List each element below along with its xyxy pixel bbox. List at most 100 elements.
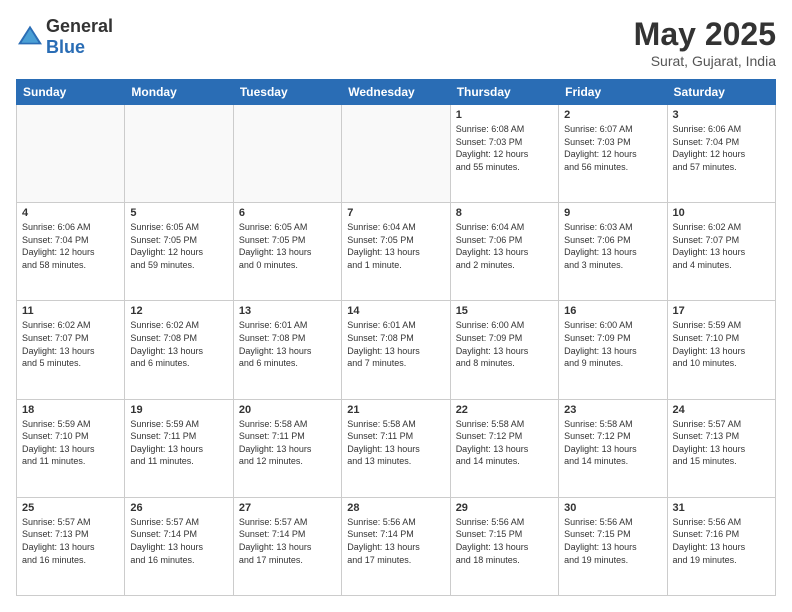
calendar-cell: 27 Sunrise: 5:57 AM Sunset: 7:14 PM Dayli… [233, 497, 341, 595]
day-number: 2 [564, 109, 661, 121]
day-number: 28 [347, 502, 444, 514]
calendar-cell: 13 Sunrise: 6:01 AM Sunset: 7:08 PM Dayli… [233, 301, 341, 399]
header-sunday: Sunday [17, 80, 125, 105]
calendar-cell: 7 Sunrise: 6:04 AM Sunset: 7:05 PM Daylig… [342, 203, 450, 301]
calendar-week-0: 1Sunrise: 6:08 AM Sunset: 7:03 PM Daylig… [17, 105, 776, 203]
cell-info: Sunrise: 5:59 AM Sunset: 7:10 PM Dayligh… [673, 319, 770, 369]
cell-info: Sunrise: 5:57 AM Sunset: 7:14 PM Dayligh… [130, 516, 227, 566]
day-number: 15 [456, 305, 553, 317]
day-number: 9 [564, 207, 661, 219]
calendar-cell: 20 Sunrise: 5:58 AM Sunset: 7:11 PM Dayli… [233, 399, 341, 497]
cell-info: Sunrise: 6:04 AM Sunset: 7:05 PM Dayligh… [347, 221, 444, 271]
logo-general: General [46, 16, 113, 36]
calendar-cell: 1Sunrise: 6:08 AM Sunset: 7:03 PM Daylig… [450, 105, 558, 203]
cell-info: Sunrise: 5:57 AM Sunset: 7:14 PM Dayligh… [239, 516, 336, 566]
calendar-cell: 19Sunrise: 5:59 AM Sunset: 7:11 PM Dayli… [125, 399, 233, 497]
cell-info: Sunrise: 6:08 AM Sunset: 7:03 PM Dayligh… [456, 123, 553, 173]
cell-info: Sunrise: 6:05 AM Sunset: 7:05 PM Dayligh… [239, 221, 336, 271]
header-tuesday: Tuesday [233, 80, 341, 105]
day-number: 17 [673, 305, 770, 317]
calendar-cell: 6 Sunrise: 6:05 AM Sunset: 7:05 PM Daylig… [233, 203, 341, 301]
day-number: 27 [239, 502, 336, 514]
day-number: 24 [673, 404, 770, 416]
day-number: 21 [347, 404, 444, 416]
day-number: 20 [239, 404, 336, 416]
cell-info: Sunrise: 6:07 AM Sunset: 7:03 PM Dayligh… [564, 123, 661, 173]
day-number: 19 [130, 404, 227, 416]
day-number: 10 [673, 207, 770, 219]
header-thursday: Thursday [450, 80, 558, 105]
calendar-cell: 12 Sunrise: 6:02 AM Sunset: 7:08 PM Dayli… [125, 301, 233, 399]
calendar-cell: 4 Sunrise: 6:06 AM Sunset: 7:04 PM Daylig… [17, 203, 125, 301]
day-number: 3 [673, 109, 770, 121]
calendar-cell: 22 Sunrise: 5:58 AM Sunset: 7:12 PM Dayli… [450, 399, 558, 497]
calendar-cell: 15Sunrise: 6:00 AM Sunset: 7:09 PM Dayli… [450, 301, 558, 399]
cell-info: Sunrise: 6:02 AM Sunset: 7:07 PM Dayligh… [673, 221, 770, 271]
month-title: May 2025 [634, 16, 776, 53]
calendar-week-4: 25Sunrise: 5:57 AM Sunset: 7:13 PM Dayli… [17, 497, 776, 595]
calendar-cell: 16 Sunrise: 6:00 AM Sunset: 7:09 PM Dayli… [559, 301, 667, 399]
calendar-cell: 28 Sunrise: 5:56 AM Sunset: 7:14 PM Dayli… [342, 497, 450, 595]
calendar-week-1: 4 Sunrise: 6:06 AM Sunset: 7:04 PM Daylig… [17, 203, 776, 301]
day-number: 11 [22, 305, 119, 317]
calendar-cell: 9Sunrise: 6:03 AM Sunset: 7:06 PM Daylig… [559, 203, 667, 301]
cell-info: Sunrise: 5:58 AM Sunset: 7:12 PM Dayligh… [564, 418, 661, 468]
calendar-week-2: 11 Sunrise: 6:02 AM Sunset: 7:07 PM Dayli… [17, 301, 776, 399]
cell-info: Sunrise: 6:06 AM Sunset: 7:04 PM Dayligh… [673, 123, 770, 173]
logo: General Blue [16, 16, 113, 58]
calendar-cell [233, 105, 341, 203]
day-number: 8 [456, 207, 553, 219]
cell-info: Sunrise: 5:56 AM Sunset: 7:16 PM Dayligh… [673, 516, 770, 566]
cell-info: Sunrise: 6:02 AM Sunset: 7:08 PM Dayligh… [130, 319, 227, 369]
cell-info: Sunrise: 6:01 AM Sunset: 7:08 PM Dayligh… [347, 319, 444, 369]
cell-info: Sunrise: 6:06 AM Sunset: 7:04 PM Dayligh… [22, 221, 119, 271]
cell-info: Sunrise: 6:05 AM Sunset: 7:05 PM Dayligh… [130, 221, 227, 271]
cell-info: Sunrise: 6:04 AM Sunset: 7:06 PM Dayligh… [456, 221, 553, 271]
calendar-cell: 8 Sunrise: 6:04 AM Sunset: 7:06 PM Daylig… [450, 203, 558, 301]
cell-info: Sunrise: 6:00 AM Sunset: 7:09 PM Dayligh… [564, 319, 661, 369]
cell-info: Sunrise: 6:02 AM Sunset: 7:07 PM Dayligh… [22, 319, 119, 369]
logo-blue: Blue [46, 37, 85, 57]
day-number: 29 [456, 502, 553, 514]
cell-info: Sunrise: 6:01 AM Sunset: 7:08 PM Dayligh… [239, 319, 336, 369]
header-saturday: Saturday [667, 80, 775, 105]
calendar-cell: 2 Sunrise: 6:07 AM Sunset: 7:03 PM Daylig… [559, 105, 667, 203]
location: Surat, Gujarat, India [634, 53, 776, 69]
day-number: 25 [22, 502, 119, 514]
header-wednesday: Wednesday [342, 80, 450, 105]
day-number: 26 [130, 502, 227, 514]
calendar-cell: 23 Sunrise: 5:58 AM Sunset: 7:12 PM Dayli… [559, 399, 667, 497]
day-number: 7 [347, 207, 444, 219]
day-number: 18 [22, 404, 119, 416]
calendar-cell: 29 Sunrise: 5:56 AM Sunset: 7:15 PM Dayli… [450, 497, 558, 595]
calendar-cell [125, 105, 233, 203]
cell-info: Sunrise: 5:59 AM Sunset: 7:10 PM Dayligh… [22, 418, 119, 468]
calendar-cell [342, 105, 450, 203]
calendar-cell: 14 Sunrise: 6:01 AM Sunset: 7:08 PM Dayli… [342, 301, 450, 399]
day-number: 13 [239, 305, 336, 317]
calendar-cell: 26 Sunrise: 5:57 AM Sunset: 7:14 PM Dayli… [125, 497, 233, 595]
cell-info: Sunrise: 5:57 AM Sunset: 7:13 PM Dayligh… [673, 418, 770, 468]
day-number: 6 [239, 207, 336, 219]
cell-info: Sunrise: 5:58 AM Sunset: 7:11 PM Dayligh… [239, 418, 336, 468]
page: General Blue May 2025 Surat, Gujarat, In… [0, 0, 792, 612]
calendar-cell: 11 Sunrise: 6:02 AM Sunset: 7:07 PM Dayli… [17, 301, 125, 399]
calendar-cell: 21 Sunrise: 5:58 AM Sunset: 7:11 PM Dayli… [342, 399, 450, 497]
header-friday: Friday [559, 80, 667, 105]
day-number: 16 [564, 305, 661, 317]
day-number: 4 [22, 207, 119, 219]
day-number: 22 [456, 404, 553, 416]
calendar-cell: 31Sunrise: 5:56 AM Sunset: 7:16 PM Dayli… [667, 497, 775, 595]
cell-info: Sunrise: 5:56 AM Sunset: 7:14 PM Dayligh… [347, 516, 444, 566]
cell-info: Sunrise: 5:58 AM Sunset: 7:11 PM Dayligh… [347, 418, 444, 468]
calendar-cell: 30Sunrise: 5:56 AM Sunset: 7:15 PM Dayli… [559, 497, 667, 595]
cell-info: Sunrise: 5:58 AM Sunset: 7:12 PM Dayligh… [456, 418, 553, 468]
day-number: 12 [130, 305, 227, 317]
calendar-cell: 10 Sunrise: 6:02 AM Sunset: 7:07 PM Dayli… [667, 203, 775, 301]
calendar-table: Sunday Monday Tuesday Wednesday Thursday… [16, 79, 776, 596]
day-number: 14 [347, 305, 444, 317]
day-number: 23 [564, 404, 661, 416]
header: General Blue May 2025 Surat, Gujarat, In… [16, 16, 776, 69]
day-number: 5 [130, 207, 227, 219]
cell-info: Sunrise: 5:56 AM Sunset: 7:15 PM Dayligh… [456, 516, 553, 566]
